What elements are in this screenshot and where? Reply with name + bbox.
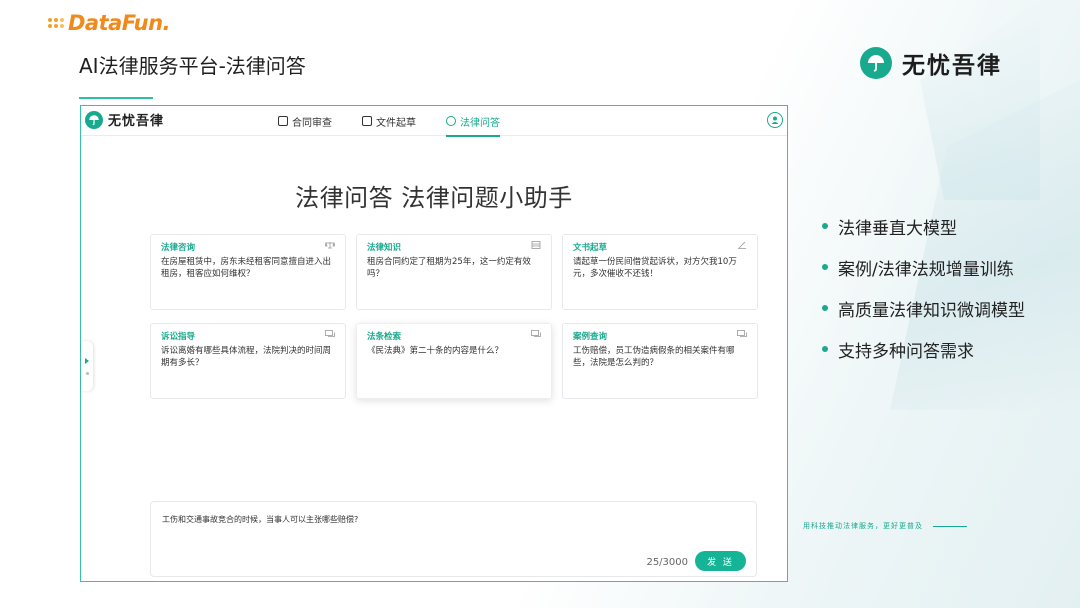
feature-text: 案例/法律法规增量训练 [838, 259, 1014, 280]
card-title: 诉讼指导 [161, 332, 196, 342]
chat-icon [446, 116, 456, 126]
document-check-icon [278, 116, 288, 126]
slogan-text: 用科技推动法律服务，更好更普及 [803, 522, 923, 530]
nav-tabs: 合同审查 文件起草 法律问答 [278, 106, 500, 137]
dot-icon [85, 371, 89, 375]
card-text: 租房合同约定了租期为25年，这一约定有效吗？ [367, 257, 531, 280]
card-text: 请起草一份民间借贷起诉状，对方欠我10万元，多次催收不还钱！ [573, 257, 737, 280]
feature-text: 法律垂直大模型 [838, 218, 957, 239]
card-title: 法律知识 [367, 243, 402, 253]
send-button[interactable]: 发 送 [695, 551, 746, 571]
brand-name: DataFun. [68, 11, 171, 35]
feature-text: 支持多种问答需求 [838, 341, 974, 362]
book-icon [531, 241, 541, 249]
card-title: 文书起草 [573, 243, 608, 253]
example-cards: 法律咨询 在房屋租赁中，房东未经租客同意擅自进入出租房，租客应如何维权？ 法律知… [150, 234, 758, 399]
tab-document-drafting[interactable]: 文件起草 [362, 106, 416, 136]
title-underline [79, 97, 153, 99]
card-text: 诉讼离婚有哪些具体流程，法院判决的时间周期有多长？ [161, 346, 332, 369]
question-input[interactable]: 工伤和交通事故竞合的时候，当事人可以主张哪些赔偿? 25/3000 发 送 [150, 501, 757, 577]
card-document-drafting[interactable]: 文书起草 请起草一份民间借贷起诉状，对方欠我10万元，多次催收不还钱！ [562, 234, 758, 310]
card-text: 《民法典》第二十条的内容是什么？ [367, 346, 504, 356]
logo-text: 无忧吾律 [902, 53, 1002, 79]
sidebar-toggle[interactable] [81, 341, 93, 391]
user-avatar-icon[interactable] [767, 112, 783, 128]
card-title: 法律咨询 [161, 243, 196, 253]
expand-arrow-icon [85, 357, 89, 364]
chat-icon [531, 330, 541, 337]
feature-item: 支持多种问答需求 [822, 339, 1025, 362]
card-title: 案例查询 [573, 332, 608, 342]
slide-title: AI法律服务平台-法律问答 [79, 54, 306, 78]
document-edit-icon [362, 116, 372, 126]
card-case-lookup[interactable]: 案例查询 工伤赔偿，员工伪造病假条的相关案件有哪些，法院是怎么判的？ [562, 323, 758, 399]
card-statute-search[interactable]: 法条检索 《民法典》第二十条的内容是什么？ [356, 323, 552, 399]
app-logo-text: 无忧吾律 [108, 114, 165, 129]
card-text: 工伤赔偿，员工伪造病假条的相关案件有哪些，法院是怎么判的？ [573, 346, 735, 369]
bullet-dot [822, 305, 828, 311]
tab-label: 合同审查 [292, 117, 332, 129]
app-window: 无忧吾律 合同审查 文件起草 法律问答 法律问答 法律问题小助手 法律咨询 在房… [80, 105, 788, 582]
umbrella-icon [860, 47, 892, 79]
logo-dots-icon [48, 18, 64, 28]
slogan-line [933, 525, 967, 527]
slogan: 用科技推动法律服务，更好更普及 [803, 521, 967, 531]
card-text: 在房屋租赁中，房东未经租客同意擅自进入出租房，租客应如何维权？ [161, 257, 332, 280]
tab-label: 法律问答 [460, 117, 500, 129]
card-title: 法条检索 [367, 332, 402, 342]
scale-icon [325, 241, 335, 249]
datafun-logo: DataFun. [48, 10, 171, 36]
chat-icon [737, 330, 747, 337]
wuyou-logo: 无忧吾律 [860, 46, 1002, 80]
background-decoration [920, 0, 1040, 200]
card-litigation-guidance[interactable]: 诉讼指导 诉讼离婚有哪些具体流程，法院判决的时间周期有多长？ [150, 323, 346, 399]
chat-icon [325, 330, 335, 337]
char-count: 25/3000 [646, 557, 688, 568]
feature-item: 高质量法律知识微调模型 [822, 298, 1025, 321]
hero-title: 法律问答 法律问题小助手 [295, 184, 573, 212]
umbrella-icon [85, 110, 103, 129]
bullet-dot [822, 264, 828, 270]
feature-text: 高质量法律知识微调模型 [838, 300, 1025, 321]
feature-item: 案例/法律法规增量训练 [822, 257, 1025, 280]
card-legal-consultation[interactable]: 法律咨询 在房屋租赁中，房东未经租客同意擅自进入出租房，租客应如何维权？ [150, 234, 346, 310]
bullet-dot [822, 223, 828, 229]
pen-icon [738, 241, 746, 249]
tab-contract-review[interactable]: 合同审查 [278, 106, 332, 136]
tab-legal-qa[interactable]: 法律问答 [446, 106, 500, 137]
card-legal-knowledge[interactable]: 法律知识 租房合同约定了租期为25年，这一约定有效吗？ [356, 234, 552, 310]
app-logo[interactable]: 无忧吾律 [85, 110, 164, 129]
feature-item: 法律垂直大模型 [822, 216, 1025, 239]
tab-label: 文件起草 [376, 117, 416, 129]
bullet-dot [822, 346, 828, 352]
feature-list: 法律垂直大模型 案例/法律法规增量训练 高质量法律知识微调模型 支持多种问答需求 [822, 216, 1025, 380]
question-input-text[interactable]: 工伤和交通事故竞合的时候，当事人可以主张哪些赔偿? [162, 514, 358, 525]
top-nav: 无忧吾律 合同审查 文件起草 法律问答 [81, 106, 787, 137]
